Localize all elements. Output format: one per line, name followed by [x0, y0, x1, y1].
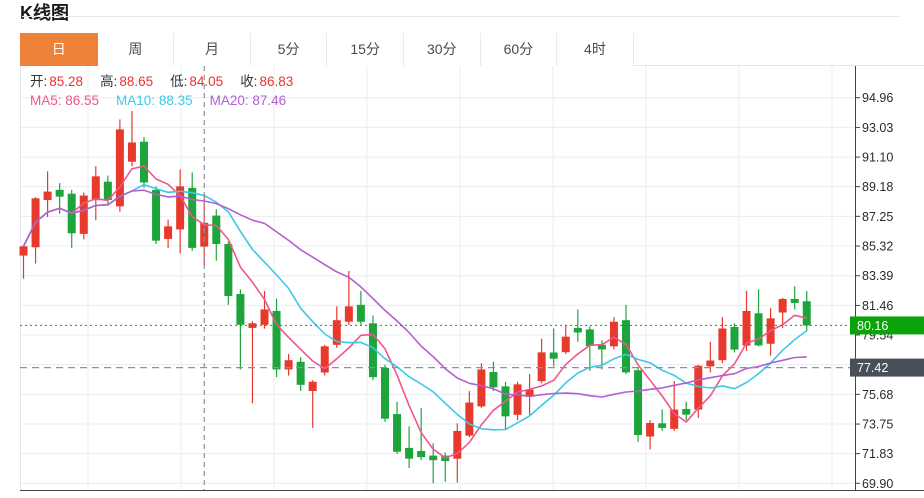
tab-bar: 日周月5分15分30分60分4时 — [20, 33, 634, 66]
svg-text:81.46: 81.46 — [862, 299, 893, 313]
svg-text:69.90: 69.90 — [862, 477, 893, 491]
ma5-legend: MA5: 86.55 — [30, 92, 99, 109]
svg-text:85.32: 85.32 — [862, 240, 893, 254]
page-title: K线图 — [20, 0, 69, 25]
ma20-line — [24, 190, 807, 397]
last-price-badge: 80.16 — [850, 316, 924, 334]
tab-60min[interactable]: 60分 — [481, 33, 558, 66]
ma10-legend: MA10: 88.35 — [116, 92, 193, 109]
ohlc-high: 高:88.65 — [100, 73, 153, 90]
tab-15min[interactable]: 15分 — [327, 33, 404, 66]
svg-text:83.39: 83.39 — [862, 269, 893, 283]
svg-text:80.16: 80.16 — [857, 319, 888, 333]
ma10-line — [24, 185, 807, 430]
title-divider — [22, 16, 900, 17]
svg-text:94.96: 94.96 — [862, 91, 893, 105]
svg-text:89.18: 89.18 — [862, 180, 893, 194]
ohlc-legend: 开:85.28 高:88.65 低:84.05 收:86.83 — [30, 73, 293, 90]
ohlc-close: 收:86.83 — [240, 73, 293, 90]
gridlines — [20, 66, 855, 490]
tab-5min[interactable]: 5分 — [251, 33, 328, 66]
chart-legend: 开:85.28高:88.65低:84.05收:86.83 MA5: 86.55M… — [30, 73, 293, 109]
price-axis-labels: 94.96 93.03 91.10 89.18 87.25 85.32 83.39 81.46… — [855, 91, 893, 491]
ohlc-open: 开:85.28 — [30, 73, 83, 90]
svg-text:71.83: 71.83 — [862, 447, 893, 461]
crosshair-price-badge: 77.42 — [850, 359, 924, 377]
svg-text:73.75: 73.75 — [862, 418, 893, 432]
svg-text:93.03: 93.03 — [862, 121, 893, 135]
svg-text:87.25: 87.25 — [862, 210, 893, 224]
svg-text:75.68: 75.68 — [862, 388, 893, 402]
tab-week[interactable]: 周 — [98, 33, 175, 66]
tab-day[interactable]: 日 — [20, 33, 98, 66]
tab-30min[interactable]: 30分 — [404, 33, 481, 66]
ma-legend: MA5: 86.55 MA10: 88.35 MA20: 87.46 — [30, 92, 293, 109]
svg-text:91.10: 91.10 — [862, 151, 893, 165]
svg-text:77.42: 77.42 — [857, 361, 888, 375]
ma20-legend: MA20: 87.46 — [210, 92, 287, 109]
tab-4hour[interactable]: 4时 — [557, 33, 634, 66]
tab-month[interactable]: 月 — [174, 33, 251, 66]
ohlc-low: 低:84.05 — [170, 73, 223, 90]
